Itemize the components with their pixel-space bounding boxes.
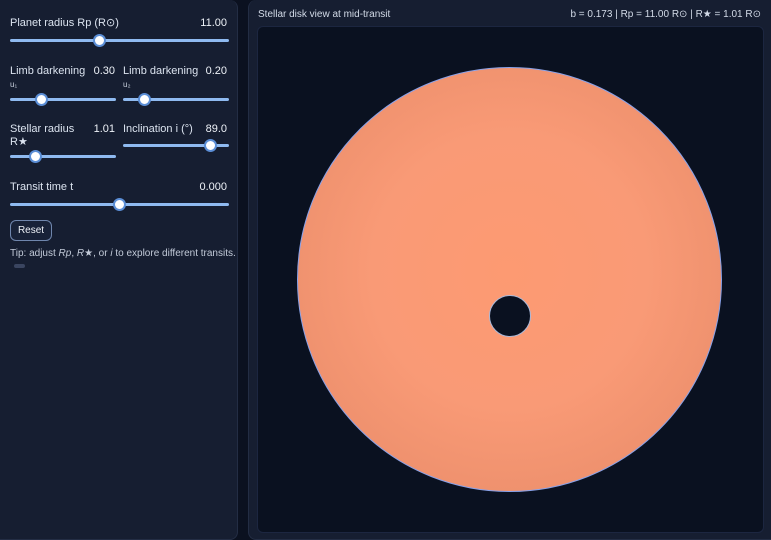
transit-time-value: 0.000 bbox=[199, 181, 227, 193]
slider-track bbox=[10, 155, 116, 158]
stellar-radius-label: Stellar radius R★ bbox=[10, 123, 75, 148]
transit-stats: b = 0.173 | Rp = 11.00 R⊙ | R★ = 1.01 R⊙ bbox=[570, 9, 761, 20]
stellar-disk bbox=[297, 67, 722, 492]
stellar-radius-slider[interactable] bbox=[10, 150, 116, 164]
planet-radius-slider[interactable] bbox=[10, 34, 229, 48]
reset-button[interactable]: Reset bbox=[10, 220, 52, 241]
slider-track bbox=[10, 98, 116, 101]
inclination-value: 89.0 bbox=[205, 123, 227, 135]
slider-track bbox=[10, 39, 229, 42]
stellar-radius-value: 1.01 bbox=[93, 123, 115, 135]
u2-slider[interactable] bbox=[123, 93, 229, 107]
slider-thumb[interactable] bbox=[113, 198, 126, 211]
u1-value: 0.30 bbox=[93, 65, 115, 77]
planet-radius-label: Planet radius Rp (R⊙) bbox=[10, 17, 119, 29]
stellar-disk-viewer: Stellar disk view at mid-transit b = 0.1… bbox=[248, 0, 771, 540]
disk-canvas bbox=[257, 26, 764, 533]
transit-time-label: Transit time t bbox=[10, 181, 74, 193]
u1-slider[interactable] bbox=[10, 93, 116, 107]
slider-thumb[interactable] bbox=[28, 150, 42, 163]
resize-handle[interactable] bbox=[14, 264, 25, 268]
transit-time-slider[interactable] bbox=[10, 198, 229, 212]
u2-subscript: u₂ bbox=[123, 80, 131, 89]
planet-shadow bbox=[489, 295, 531, 337]
slider-thumb[interactable] bbox=[93, 34, 107, 47]
slider-thumb[interactable] bbox=[35, 93, 49, 106]
u1-subscript: u₁ bbox=[10, 80, 18, 89]
planet-radius-value: 11.00 bbox=[200, 17, 227, 29]
slider-thumb[interactable] bbox=[137, 93, 151, 106]
inclination-slider[interactable] bbox=[123, 139, 229, 153]
slider-thumb[interactable] bbox=[204, 139, 218, 152]
viewer-title: Stellar disk view at mid-transit bbox=[258, 9, 391, 20]
u2-value: 0.20 bbox=[205, 65, 227, 77]
tip-text: Tip: adjust Rp, R★, or i to explore diff… bbox=[10, 248, 236, 259]
controls-panel: Planet radius Rp (R⊙) 11.00 Limb darkeni… bbox=[0, 0, 238, 540]
